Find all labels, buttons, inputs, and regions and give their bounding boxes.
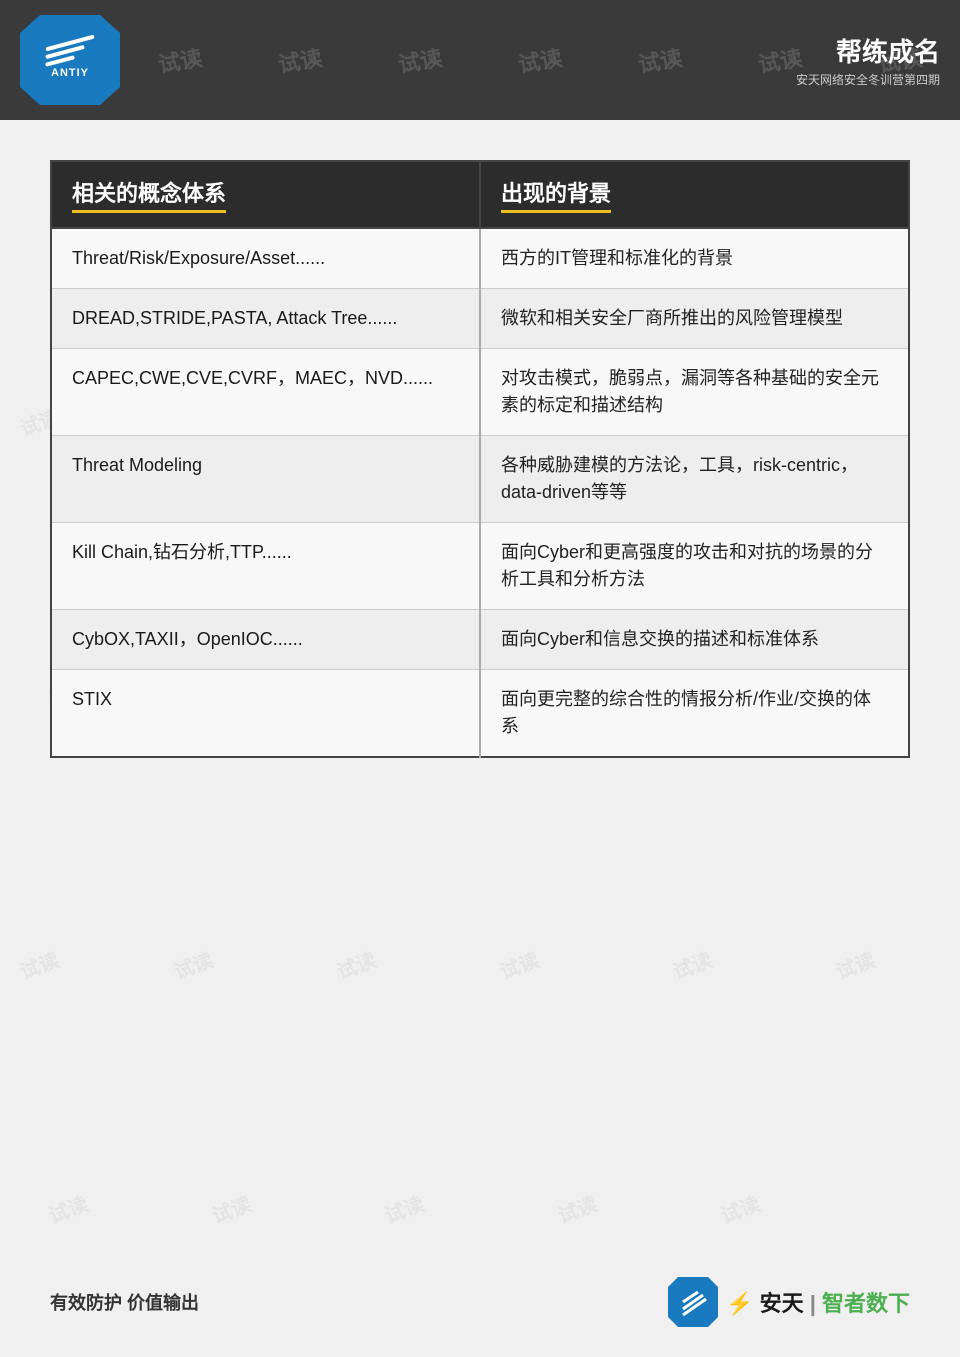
brand-name: 帮练成名 [836,32,940,69]
antiy-logo: ANTIY [20,15,120,105]
antiy-logo-svg [678,1287,708,1317]
footer-icon-label: ⚡ [726,1291,753,1316]
watermark-19: 试读 [495,944,543,985]
header-wm-2: 试读 [156,40,205,79]
watermark-17: 试读 [169,944,217,985]
concept-cell: Kill Chain,钻石分析,TTP...... [51,523,480,610]
table-row: DREAD,STRIDE,PASTA, Attack Tree......微软和… [51,289,909,349]
watermark-24: 试读 [380,1188,428,1229]
main-content: 相关的概念体系 出现的背景 Threat/Risk/Exposure/Asset… [0,120,960,798]
col1-header: 相关的概念体系 [51,161,480,228]
brand-logo: 帮练成名 安天网络安全冬训营第四期 [796,32,940,88]
brand-subtitle: 安天网络安全冬训营第四期 [796,71,940,88]
background-cell: 面向Cyber和信息交换的描述和标准体系 [480,610,909,670]
logo-lines [45,41,95,63]
logo-label: ANTIY [51,67,89,79]
watermark-21: 试读 [831,944,879,985]
header-wm-5: 试读 [516,40,565,79]
background-cell: 面向Cyber和更高强度的攻击和对抗的场景的分析工具和分析方法 [480,523,909,610]
background-cell: 各种威胁建模的方法论，工具，risk-centric，data-driven等等 [480,436,909,523]
concept-cell: Threat Modeling [51,436,480,523]
background-cell: 微软和相关安全厂商所推出的风险管理模型 [480,289,909,349]
header: 试读 试读 试读 试读 试读 试读 试读 试读 ANTIY 帮练成名 安天网络安… [0,0,960,120]
concept-cell: STIX [51,670,480,758]
col1-header-text: 相关的概念体系 [72,176,226,213]
watermark-25: 试读 [553,1188,601,1229]
watermark-18: 试读 [332,944,380,985]
background-cell: 对攻击模式，脆弱点，漏洞等各种基础的安全元素的标定和描述结构 [480,349,909,436]
table-row: Threat/Risk/Exposure/Asset......西方的IT管理和… [51,228,909,289]
col2-header-text: 出现的背景 [501,176,611,213]
table-row: Kill Chain,钻石分析,TTP......面向Cyber和更高强度的攻击… [51,523,909,610]
concepts-table: 相关的概念体系 出现的背景 Threat/Risk/Exposure/Asset… [50,160,910,758]
header-wm-3: 试读 [276,40,325,79]
concept-cell: CAPEC,CWE,CVE,CVRF，MAEC，NVD...... [51,349,480,436]
footer-tagline: 有效防护 价值输出 [50,1289,199,1315]
concept-cell: Threat/Risk/Exposure/Asset...... [51,228,480,289]
table-row: CAPEC,CWE,CVE,CVRF，MAEC，NVD......对攻击模式，脆… [51,349,909,436]
footer-main-text: 安天 [760,1291,804,1316]
concept-cell: CybOX,TAXII，OpenIOC...... [51,610,480,670]
table-row: Threat Modeling各种威胁建模的方法论，工具，risk-centri… [51,436,909,523]
header-wm-4: 试读 [396,40,445,79]
background-cell: 面向更完整的综合性的情报分析/作业/交换的体系 [480,670,909,758]
table-row: CybOX,TAXII，OpenIOC......面向Cyber和信息交换的描述… [51,610,909,670]
col2-header: 出现的背景 [480,161,909,228]
header-wm-6: 试读 [636,40,685,79]
footer-secondary-text: 智者数下 [822,1291,910,1316]
footer-logo-icon [668,1277,718,1327]
footer: 有效防护 价值输出 ⚡ 安天 | 智者数下 [50,1277,910,1327]
footer-logo: ⚡ 安天 | 智者数下 [668,1277,910,1327]
concept-cell: DREAD,STRIDE,PASTA, Attack Tree...... [51,289,480,349]
watermark-22: 试读 [44,1188,92,1229]
watermark-16: 试读 [15,944,63,985]
footer-brand-text: ⚡ 安天 | 智者数下 [726,1286,910,1318]
watermark-26: 试读 [716,1188,764,1229]
footer-separator: | [810,1291,816,1316]
background-cell: 西方的IT管理和标准化的背景 [480,228,909,289]
table-row: STIX面向更完整的综合性的情报分析/作业/交换的体系 [51,670,909,758]
watermark-23: 试读 [207,1188,255,1229]
watermark-20: 试读 [668,944,716,985]
